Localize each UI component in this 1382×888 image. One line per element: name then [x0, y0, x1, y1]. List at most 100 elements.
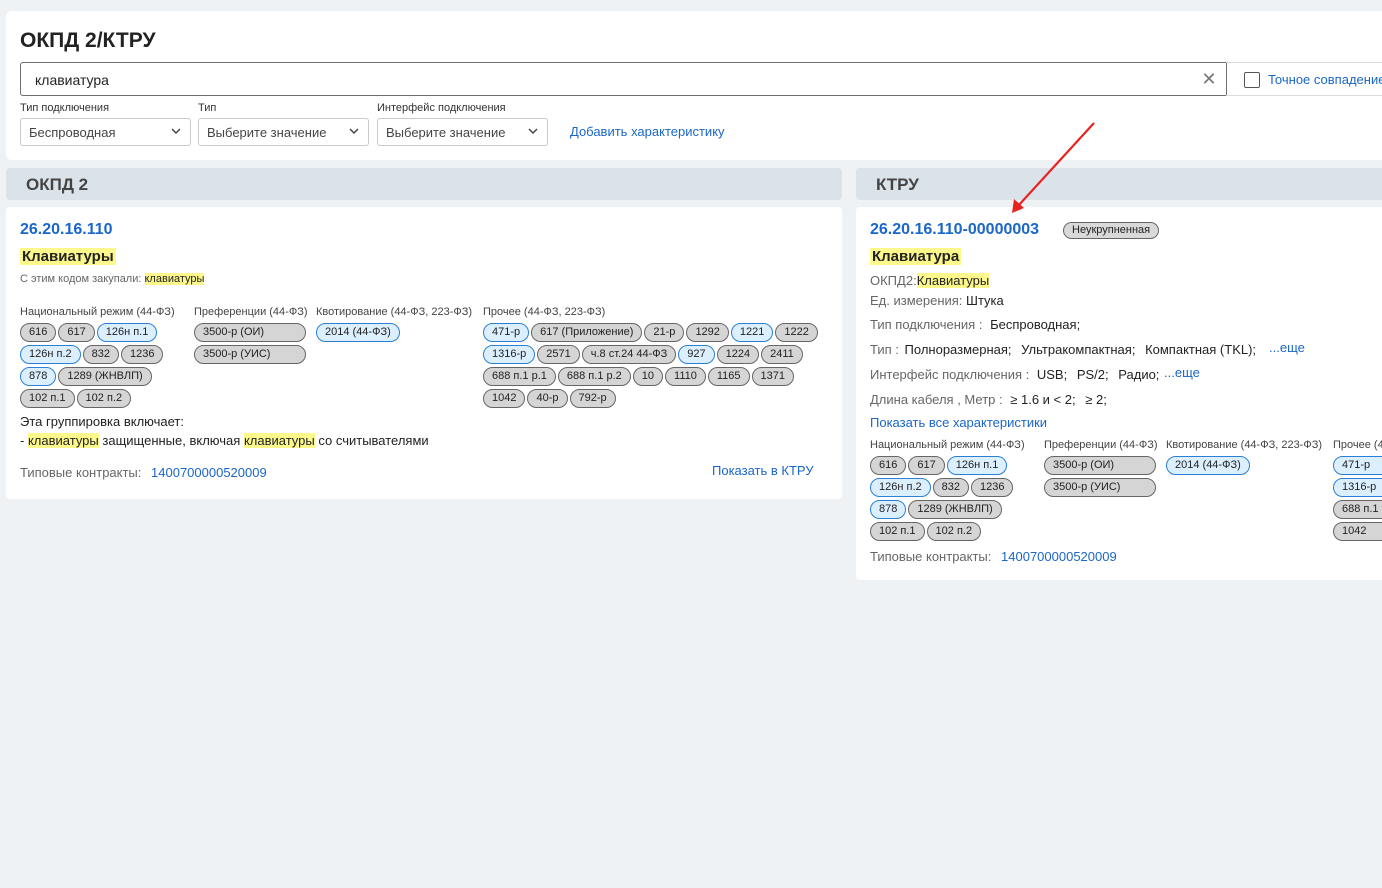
regulation-tag[interactable]: 616	[20, 323, 57, 342]
contract-link[interactable]: 1400700000520009	[151, 465, 267, 480]
regulation-tag[interactable]: 471-р	[1333, 456, 1382, 475]
regulation-tag[interactable]: 927	[678, 345, 715, 364]
regulation-tag[interactable]: 2411	[761, 345, 803, 364]
regulation-tag[interactable]: 1110	[665, 367, 706, 386]
regulation-tag[interactable]: 832	[82, 345, 119, 364]
regulation-tag[interactable]: 21-р	[644, 323, 685, 342]
regulation-tag[interactable]: 3500-р (ОИ)	[1044, 456, 1156, 475]
regulation-tag[interactable]: 471-р	[483, 323, 530, 342]
regulation-tag[interactable]: 792-р	[569, 389, 616, 408]
regulation-tag[interactable]: 878	[870, 500, 907, 519]
tags-quotas: 2014 (44-ФЗ)	[1166, 456, 1326, 475]
bought-value: клавиатуры	[144, 273, 205, 285]
regulation-tag[interactable]: 126н п.1	[946, 456, 1008, 475]
regulation-tag[interactable]: 1236	[970, 478, 1014, 497]
regulation-tag[interactable]: 688 п.1 р	[1333, 500, 1382, 519]
regulation-tag[interactable]: 617	[908, 456, 945, 475]
search-panel: ОКПД 2/КТРУ клавиатура ✕ Точное совпаден…	[6, 11, 1382, 160]
regulation-tag[interactable]: 688 п.1 р.1	[483, 367, 556, 386]
char-value: USB;	[1036, 367, 1068, 382]
regulation-tag[interactable]: 1221	[730, 323, 774, 342]
regulation-tag[interactable]: 126н п.2	[20, 345, 81, 364]
filter-select-connection[interactable]: Беспроводная	[20, 118, 191, 146]
char-row-type: Тип : Полноразмерная; Ультракомпактная; …	[870, 342, 1256, 357]
char-value: ≥ 1.6 и < 2;	[1010, 392, 1076, 407]
bought-label: С этим кодом закупали:	[20, 273, 142, 285]
char-value: PS/2;	[1076, 367, 1109, 382]
regulation-tag[interactable]: ч.8 ст.24 44-ФЗ	[581, 345, 677, 364]
regulation-tag[interactable]: 1289 (ЖНВЛП)	[58, 367, 152, 386]
regulation-tag[interactable]: 1316-р	[483, 345, 536, 364]
regulation-tag[interactable]: 2571	[537, 345, 580, 364]
filter-select-interface[interactable]: Выберите значение	[377, 118, 548, 146]
regulation-tag[interactable]: 102 п.1	[20, 389, 75, 408]
regulation-tag[interactable]: 1224	[716, 345, 760, 364]
char-label: Длина кабеля , Метр :	[870, 392, 1003, 407]
char-value: ≥ 2;	[1085, 392, 1107, 407]
filter-select-value: Беспроводная	[29, 125, 116, 140]
okpd-section-header: ОКПД 2	[6, 168, 842, 200]
search-input-value[interactable]: клавиатура	[35, 72, 109, 88]
exact-match-checkbox[interactable]	[1244, 72, 1260, 88]
regulation-tag[interactable]: 878	[20, 367, 57, 386]
regulation-tag[interactable]: 616	[870, 456, 907, 475]
regulation-tag[interactable]: 102 п.2	[926, 522, 982, 541]
contract-link[interactable]: 1400700000520009	[1001, 549, 1117, 564]
tags-national: 616 617 126н п.1 126н п.2 832 1236 878 1289 (ЖН…	[870, 456, 1035, 541]
add-characteristic-link[interactable]: Добавить характеристику	[570, 124, 725, 139]
close-icon[interactable]: ✕	[1200, 70, 1218, 88]
regulation-tag[interactable]: 102 п.2	[76, 389, 132, 408]
regulation-tag[interactable]: 3500-р (ОИ)	[194, 323, 306, 342]
regulation-tag[interactable]: 1042	[1333, 522, 1382, 541]
okpd-code-link[interactable]: 26.20.16.110	[20, 221, 113, 239]
regulation-tag[interactable]: 617 (Приложение)	[531, 323, 643, 342]
group-title-national: Национальный режим (44-ФЗ)	[870, 439, 1025, 451]
regulation-tag[interactable]: 2014 (44-ФЗ)	[1166, 456, 1250, 475]
char-label: Тип :	[870, 342, 899, 357]
regulation-tag[interactable]: 832	[932, 478, 969, 497]
regulation-tag[interactable]: 1042	[483, 389, 526, 408]
group-title-quotas: Квотирование (44-ФЗ, 223-ФЗ)	[316, 306, 473, 318]
okpd-label: ОКПД2:	[870, 273, 917, 288]
char-more-type-link[interactable]: ...еще	[1269, 340, 1305, 355]
exact-match-toggle[interactable]: Точное совпадение	[1226, 62, 1382, 96]
char-value: Полноразмерная;	[904, 342, 1012, 357]
regulation-tag[interactable]: 10	[632, 367, 664, 386]
includes-word: клавиатуры	[27, 433, 99, 448]
group-title-national: Национальный режим (44-ФЗ)	[20, 306, 175, 318]
regulation-tag[interactable]: 126н п.1	[96, 323, 158, 342]
regulation-tag[interactable]: 2014 (44-ФЗ)	[316, 323, 400, 342]
exact-match-label[interactable]: Точное совпадение	[1268, 72, 1382, 87]
regulation-tag[interactable]: 1371	[751, 367, 795, 386]
regulation-tag[interactable]: 102 п.1	[870, 522, 925, 541]
search-input[interactable]: клавиатура ✕	[20, 62, 1227, 96]
char-row-connection: Тип подключения : Беспроводная;	[870, 317, 1080, 332]
filter-select-type[interactable]: Выберите значение	[198, 118, 369, 146]
show-in-ktru-link[interactable]: Показать в КТРУ	[712, 463, 814, 478]
regulation-tag[interactable]: 1289 (ЖНВЛП)	[908, 500, 1002, 519]
filter-label-type: Тип	[198, 102, 217, 114]
regulation-tag[interactable]: 1222	[775, 323, 818, 342]
regulation-tag[interactable]: 1165	[707, 367, 750, 386]
contracts-row: Типовые контракты: 1400700000520009	[20, 465, 267, 480]
regulation-tag[interactable]: 688 п.1 р.2	[557, 367, 631, 386]
show-all-characteristics-link[interactable]: Показать все характеристики	[870, 415, 1047, 430]
char-row-interface: Интерфейс подключения : USB; PS/2; Радио…	[870, 367, 1159, 382]
char-value: Компактная (TKL);	[1145, 342, 1257, 357]
ktru-code-link[interactable]: 26.20.16.110-00000003	[870, 221, 1039, 239]
char-value: Радио;	[1118, 367, 1160, 382]
ktru-name: Клавиатура	[870, 248, 962, 265]
regulation-tag[interactable]: 617	[58, 323, 95, 342]
regulation-tag[interactable]: 1292	[686, 323, 729, 342]
regulation-tag[interactable]: 3500-р (УИС)	[194, 345, 306, 364]
regulation-tag[interactable]: 1316-р	[1333, 478, 1382, 497]
char-more-interface-link[interactable]: ...еще	[1164, 365, 1200, 380]
regulation-tag[interactable]: 1236	[120, 345, 164, 364]
group-title-preferences: Преференции (44-ФЗ)	[1044, 439, 1158, 451]
regulation-tag[interactable]: 40-р	[527, 389, 568, 408]
tags-preferences: 3500-р (ОИ) 3500-р (УИС)	[194, 323, 306, 364]
status-badge: Неукрупненная	[1063, 222, 1160, 239]
regulation-tag[interactable]: 126н п.2	[870, 478, 931, 497]
page-title: ОКПД 2/КТРУ	[20, 29, 156, 52]
regulation-tag[interactable]: 3500-р (УИС)	[1044, 478, 1156, 497]
